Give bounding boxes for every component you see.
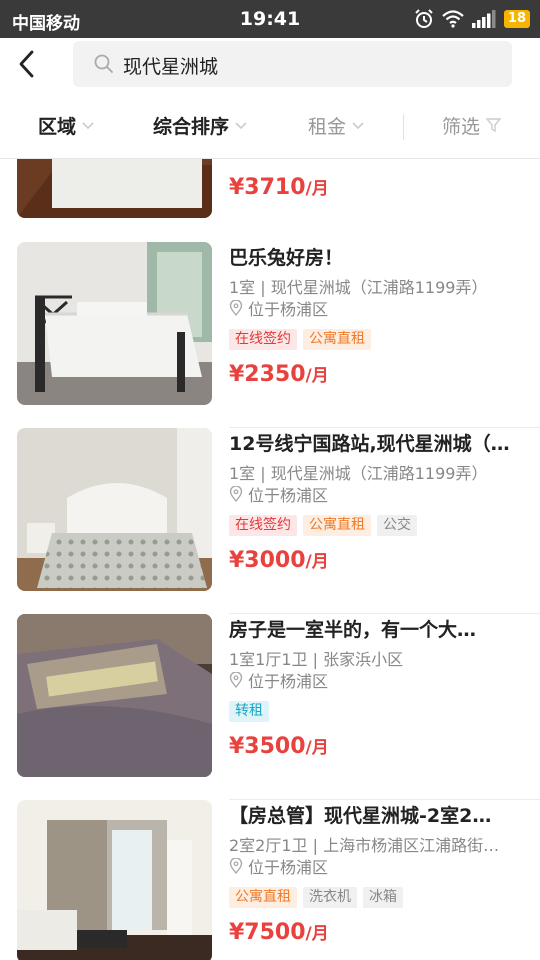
price-value: ¥2350	[229, 362, 306, 387]
listing-info: 1室 | 现代星洲城（江浦路1199弄）	[229, 278, 488, 297]
listing-tags: 转租	[229, 701, 269, 722]
listing-photo	[17, 428, 212, 591]
filter-more[interactable]: 筛选	[442, 112, 502, 139]
search-query: 现代星洲城	[123, 56, 219, 78]
listing-photo	[17, 800, 212, 960]
listing-list: ¥3710/月 巴乐兔好房！ 1室 | 现代星洲城（江浦路1199弄） 位于杨浦…	[0, 159, 540, 960]
listing-price: ¥3710/月	[229, 174, 329, 200]
listing-card[interactable]: ¥3710/月	[0, 159, 540, 241]
tag-bus: 公交	[377, 515, 417, 536]
location-pin-icon	[229, 858, 243, 874]
listing-price: ¥2350/月	[229, 361, 329, 387]
listing-card[interactable]: 巴乐兔好房！ 1室 | 现代星洲城（江浦路1199弄） 位于杨浦区 在线签约 公…	[0, 242, 540, 428]
listing-location: 位于杨浦区	[229, 482, 328, 506]
tag-fridge: 冰箱	[363, 887, 403, 908]
filter-district[interactable]: 区域	[38, 112, 94, 139]
listing-title: 【房总管】现代星洲城-2室2…	[229, 805, 492, 827]
listing-photo	[17, 159, 212, 218]
funnel-icon	[486, 118, 502, 133]
filter-sort[interactable]: 综合排序	[153, 112, 247, 139]
price-unit: /月	[305, 179, 329, 199]
listing-location: 位于杨浦区	[229, 854, 328, 878]
filter-label: 租金	[308, 116, 347, 138]
location-text: 位于杨浦区	[248, 858, 329, 877]
status-icons: 18	[414, 8, 530, 30]
location-pin-icon	[229, 486, 243, 502]
listing-title: 房子是一室半的，有一个大…	[229, 619, 477, 641]
header: 现代星洲城	[0, 38, 540, 90]
listing-location: 位于杨浦区	[229, 296, 328, 320]
location-text: 位于杨浦区	[248, 300, 329, 319]
location-pin-icon	[229, 300, 243, 316]
tag-washing-machine: 洗衣机	[303, 887, 357, 908]
battery-level: 18	[503, 10, 530, 28]
tag-sublet: 转租	[229, 701, 269, 722]
tag-online-sign: 在线签约	[229, 515, 297, 536]
alarm-icon	[415, 9, 433, 28]
tag-apartment-direct: 公寓直租	[229, 887, 297, 908]
chevron-down-icon	[82, 121, 94, 129]
listing-tags: 在线签约 公寓直租	[229, 329, 371, 350]
listing-card[interactable]: 【房总管】现代星洲城-2室2… 2室2厅1卫 | 上海市杨浦区江浦路街… 位于杨…	[0, 800, 540, 960]
location-pin-icon	[229, 672, 243, 688]
listing-info: 2室2厅1卫 | 上海市杨浦区江浦路街…	[229, 836, 500, 855]
listing-info: 1室1厅1卫 | 张家浜小区	[229, 650, 404, 669]
price-value: ¥3710	[229, 175, 306, 200]
filter-label: 综合排序	[153, 116, 230, 138]
filter-label: 筛选	[442, 116, 481, 138]
chevron-left-icon	[19, 50, 34, 78]
filter-label: 区域	[38, 116, 77, 138]
signal-icon	[471, 10, 496, 28]
listing-location: 位于杨浦区	[229, 668, 328, 692]
search-input[interactable]: 现代星洲城	[73, 41, 512, 87]
chevron-down-icon	[235, 121, 247, 129]
back-button[interactable]	[10, 46, 46, 82]
listing-title: 巴乐兔好房！	[229, 247, 344, 269]
price-value: ¥3000	[229, 548, 306, 573]
filter-bar: 区域 综合排序 租金 筛选	[0, 90, 540, 159]
listing-price: ¥3000/月	[229, 547, 329, 573]
search-icon	[94, 54, 113, 73]
tag-online-sign: 在线签约	[229, 329, 297, 350]
price-unit: /月	[305, 552, 329, 572]
filter-rent[interactable]: 租金	[308, 112, 364, 139]
location-text: 位于杨浦区	[248, 486, 329, 505]
tag-apartment-direct: 公寓直租	[303, 329, 371, 350]
listing-price: ¥3500/月	[229, 733, 329, 759]
location-text: 位于杨浦区	[248, 672, 329, 691]
price-unit: /月	[305, 366, 329, 386]
listing-photo	[17, 242, 212, 405]
listing-card[interactable]: 12号线宁国路站,现代星洲城（… 1室 | 现代星洲城（江浦路1199弄） 位于…	[0, 428, 540, 614]
status-bar: 中国移动 19:41 18	[0, 0, 540, 38]
tag-apartment-direct: 公寓直租	[303, 515, 371, 536]
listing-title: 12号线宁国路站,现代星洲城（…	[229, 433, 510, 455]
listing-card[interactable]: 房子是一室半的，有一个大… 1室1厅1卫 | 张家浜小区 位于杨浦区 转租 ¥3…	[0, 614, 540, 800]
listing-tags: 在线签约 公寓直租 公交	[229, 515, 417, 536]
price-unit: /月	[305, 924, 329, 944]
listing-info: 1室 | 现代星洲城（江浦路1199弄）	[229, 464, 488, 483]
price-unit: /月	[305, 738, 329, 758]
chevron-down-icon	[352, 121, 364, 129]
listing-price: ¥7500/月	[229, 919, 329, 945]
price-value: ¥7500	[229, 920, 306, 945]
listing-tags: 公寓直租 洗衣机 冰箱	[229, 887, 403, 908]
filter-divider	[403, 114, 404, 140]
listing-photo	[17, 614, 212, 777]
price-value: ¥3500	[229, 734, 306, 759]
wifi-icon	[442, 10, 464, 28]
